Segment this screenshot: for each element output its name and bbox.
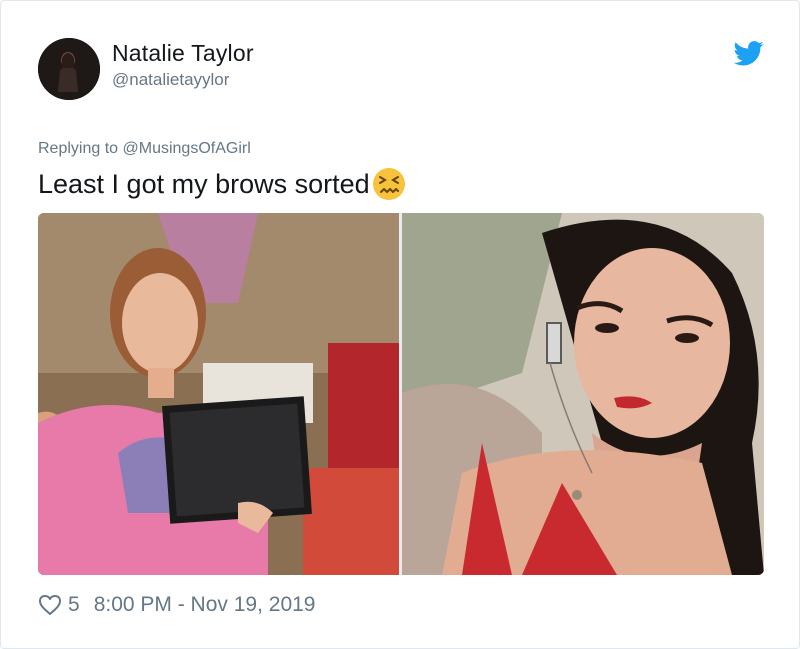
tweet-footer: 5 8:00 PM - Nov 19, 2019 [38, 591, 315, 619]
heart-icon[interactable] [38, 594, 62, 616]
author-handle[interactable]: @natalietayylor [112, 70, 229, 90]
replying-prefix: Replying to [38, 140, 123, 157]
reply-mention-link[interactable]: @MusingsOfAGirl [123, 140, 251, 157]
photo-left[interactable] [38, 213, 399, 575]
author-name[interactable]: Natalie Taylor [112, 40, 254, 67]
tweet-timestamp[interactable]: 8:00 PM - Nov 19, 2019 [94, 593, 316, 617]
tweet-text: Least I got my brows sorted [38, 167, 406, 201]
avatar[interactable] [38, 38, 100, 100]
tweet-card: Natalie Taylor @natalietayylor Replying … [0, 0, 800, 649]
photo-right[interactable] [402, 213, 764, 575]
media-grid [38, 213, 764, 575]
like-count: 5 [68, 593, 80, 616]
tweet-body: Least I got my brows sorted [38, 168, 370, 199]
twitter-bird-icon[interactable] [733, 41, 764, 66]
replying-to: Replying to @MusingsOfAGirl [38, 140, 251, 158]
confounded-face-emoji-icon [372, 167, 406, 201]
